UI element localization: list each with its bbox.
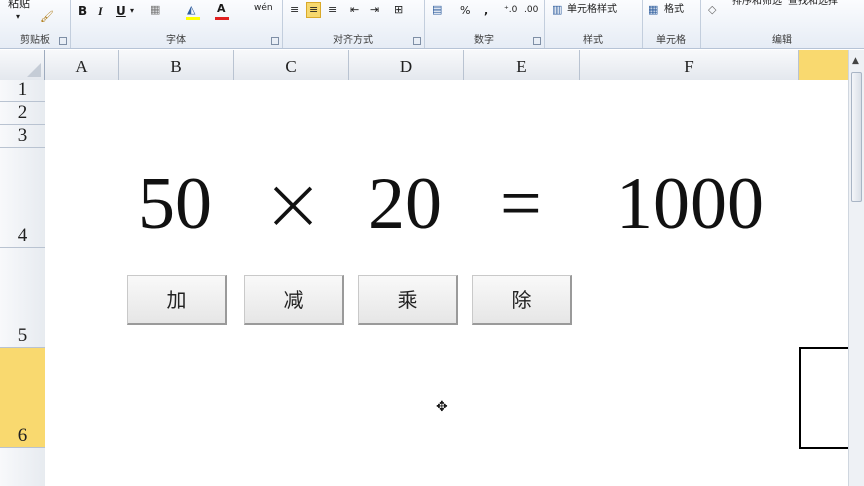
scroll-up-icon[interactable]: ▲ <box>852 56 859 66</box>
format-cells-icon[interactable]: ▦ <box>648 3 658 17</box>
accounting-format-icon[interactable]: ▤ <box>432 3 442 17</box>
styles-group-label: 样式 <box>583 35 603 46</box>
column-header-g[interactable] <box>799 50 848 80</box>
increase-decimal-icon[interactable]: ⁺.0 <box>504 3 517 17</box>
row-header-5[interactable]: 5 <box>0 248 45 348</box>
italic-button[interactable]: I <box>98 4 103 19</box>
cell-styles-icon[interactable]: ▥ <box>552 3 562 17</box>
decrease-indent-icon[interactable]: ⇤ <box>350 3 359 17</box>
cells-group: ▦ 格式 单元格 <box>642 0 701 48</box>
row-header-6[interactable]: 6 <box>0 348 45 448</box>
align-left-icon[interactable]: ≡ <box>290 3 299 17</box>
alignment-group: ≡ ≡ ≡ ⇤ ⇥ ⊞ 对齐方式 <box>282 0 425 48</box>
merge-center-icon[interactable]: ⊞ <box>394 3 403 17</box>
cells-group-label: 单元格 <box>656 35 686 46</box>
styles-group: ▥ 单元格样式 样式 <box>544 0 643 48</box>
row-headers: 1 2 3 4 5 6 <box>0 79 46 486</box>
column-header-a[interactable]: A <box>45 50 119 80</box>
font-color-icon[interactable]: A <box>217 2 226 16</box>
alignment-dialog-launcher[interactable] <box>413 37 421 45</box>
column-header-c[interactable]: C <box>234 50 349 80</box>
align-center-icon[interactable]: ≡ <box>306 2 322 18</box>
editing-group-label: 编辑 <box>772 35 792 46</box>
decrease-decimal-icon[interactable]: .00 <box>524 3 538 17</box>
equals-cell[interactable]: = <box>500 164 542 244</box>
row-header-2[interactable]: 2 <box>0 102 45 125</box>
column-header-d[interactable]: D <box>349 50 464 80</box>
paste-dropdown-icon[interactable]: ▾ <box>16 10 20 24</box>
phonetic-guide-icon[interactable]: wén <box>254 1 273 15</box>
sort-filter-button[interactable]: 排序和筛选 <box>732 0 782 9</box>
underline-button[interactable]: U <box>116 4 126 18</box>
cell-styles-button[interactable]: 单元格样式 <box>567 3 617 17</box>
column-headers: A B C D E F <box>0 50 848 81</box>
scrollbar-thumb[interactable] <box>851 72 862 202</box>
row-header-4[interactable]: 4 <box>0 148 45 248</box>
border-icon[interactable]: ▦ <box>150 3 160 17</box>
operator-cell[interactable]: × <box>262 164 324 244</box>
operand2-cell[interactable]: 20 <box>368 164 442 244</box>
divide-button[interactable]: 除 <box>472 275 572 325</box>
format-painter-icon[interactable]: 🖌 <box>40 10 54 24</box>
add-button[interactable]: 加 <box>127 275 227 325</box>
vertical-scrollbar[interactable]: ▲ <box>848 50 864 486</box>
font-color-swatch <box>215 17 229 20</box>
row-header-3[interactable]: 3 <box>0 125 45 148</box>
clipboard-group: 粘贴 ▾ 🖌 剪贴板 <box>0 0 71 48</box>
bold-button[interactable]: B <box>78 4 87 18</box>
increase-indent-icon[interactable]: ⇥ <box>370 3 379 17</box>
clipboard-dialog-launcher[interactable] <box>59 37 67 45</box>
underline-dropdown-icon[interactable]: ▾ <box>130 4 134 18</box>
clear-icon[interactable]: ◇ <box>708 3 716 17</box>
row-header-7[interactable] <box>0 448 45 486</box>
number-group-label: 数字 <box>474 35 494 46</box>
result-cell[interactable]: 1000 <box>616 164 764 244</box>
column-header-e[interactable]: E <box>464 50 580 80</box>
ribbon: 粘贴 ▾ 🖌 剪贴板 B I U ▾ ▦ ◭ A wén 字体 ≡ ≡ ≡ ⇤ … <box>0 0 864 49</box>
font-group: B I U ▾ ▦ ◭ A wén 字体 <box>70 0 283 48</box>
align-right-icon[interactable]: ≡ <box>328 3 337 17</box>
subtract-button[interactable]: 减 <box>244 275 344 325</box>
column-header-b[interactable]: B <box>119 50 234 80</box>
comma-style-button[interactable]: , <box>484 4 488 18</box>
fill-color-icon[interactable]: ◭ <box>187 3 195 17</box>
number-group: ▤ % , ⁺.0 .00 数字 <box>424 0 545 48</box>
font-group-label: 字体 <box>166 35 186 46</box>
fill-color-swatch <box>186 17 200 20</box>
alignment-group-label: 对齐方式 <box>333 35 373 46</box>
number-dialog-launcher[interactable] <box>533 37 541 45</box>
select-all-button[interactable] <box>0 50 45 80</box>
format-button[interactable]: 格式 <box>664 3 684 17</box>
move-cross-icon: ✥ <box>436 399 448 415</box>
operand1-cell[interactable]: 50 <box>138 164 212 244</box>
percent-style-button[interactable]: % <box>460 4 470 18</box>
font-dialog-launcher[interactable] <box>271 37 279 45</box>
multiply-button[interactable]: 乘 <box>358 275 458 325</box>
column-header-f[interactable]: F <box>580 50 799 80</box>
find-select-button[interactable]: 查找和选择 <box>788 0 838 9</box>
row-header-1[interactable]: 1 <box>0 79 45 102</box>
editing-group: ◇ 排序和筛选 查找和选择 编辑 <box>700 0 864 48</box>
